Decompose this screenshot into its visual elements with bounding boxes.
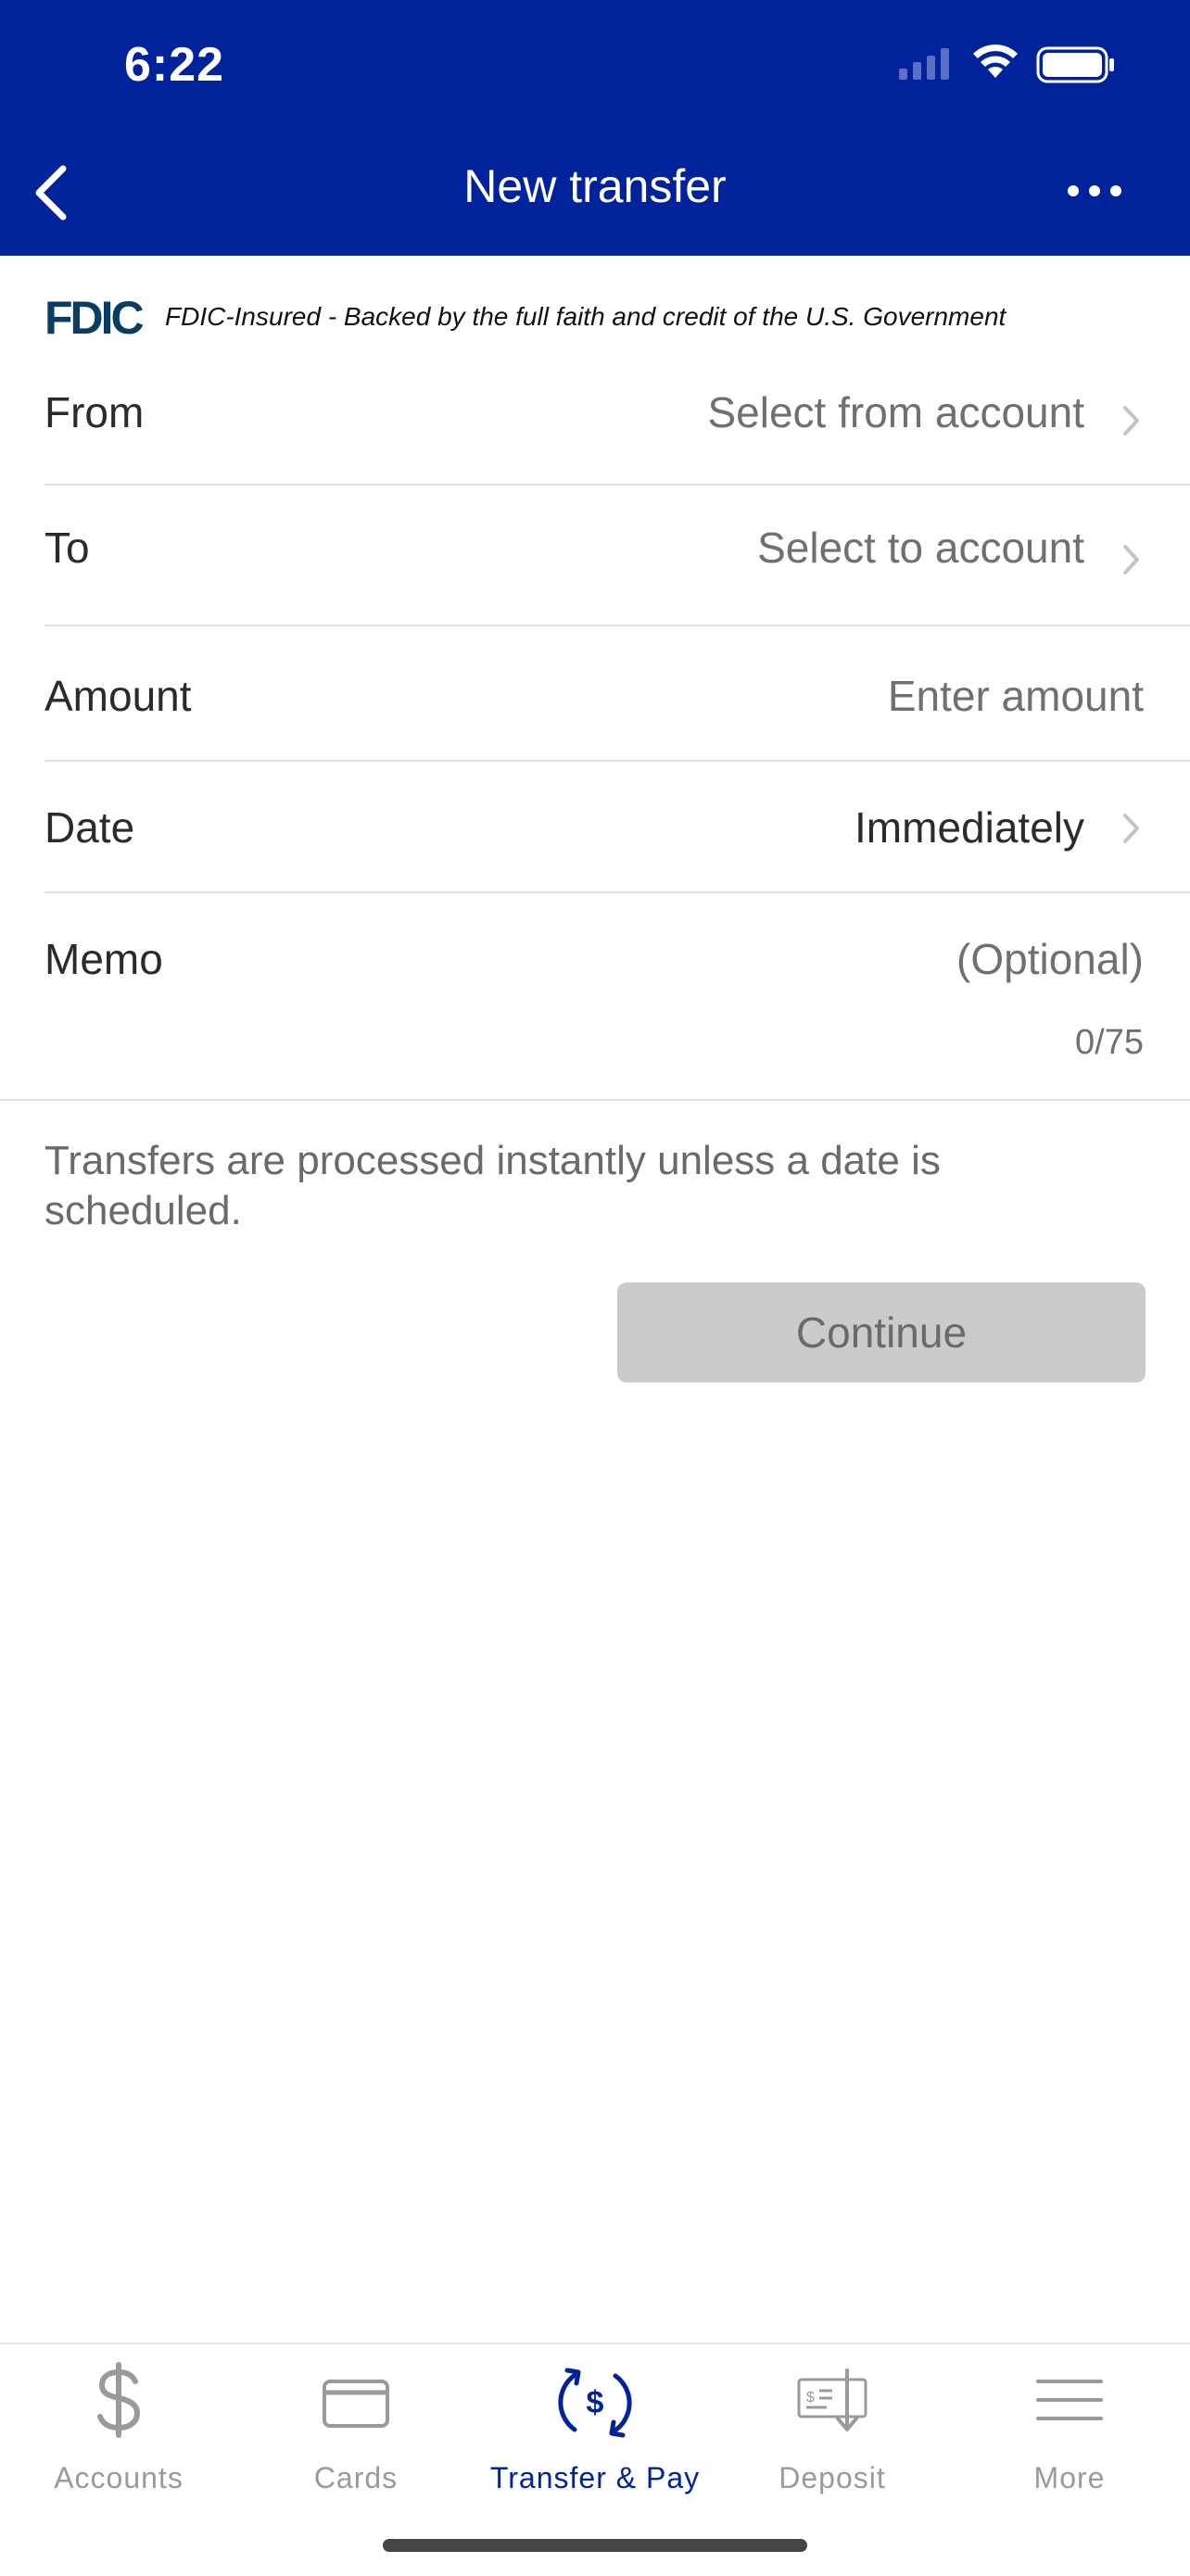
tab-transfer-pay[interactable]: $ Transfer & Pay [476,2344,714,2511]
tab-more[interactable]: More [951,2344,1188,2511]
chevron-right-icon [1123,814,1139,843]
tab-cards[interactable]: Cards [237,2344,475,2511]
divider [44,484,1190,486]
divider [44,760,1190,762]
svg-text:$: $ [587,2385,604,2420]
app-header: 6:22 New transfer [0,0,1190,256]
tab-accounts[interactable]: Accounts [0,2344,237,2511]
tab-label: Deposit [779,2461,886,2494]
date-value: Immediately [855,803,1084,852]
continue-button[interactable]: Continue [617,1282,1146,1383]
svg-text:$: $ [806,2390,815,2406]
to-account-value: Select to account [757,524,1084,572]
deposit-check-icon: $ [797,2368,867,2431]
amount-row[interactable]: Amount Enter amount [44,663,1190,756]
fdic-logo: FDIC [44,295,146,341]
divider [44,625,1190,626]
amount-input[interactable]: Enter amount [888,671,1144,721]
memo-row[interactable]: Memo (Optional) [44,927,1190,1019]
from-label: From [44,388,145,436]
memo-character-counter: 0/75 [1075,1023,1144,1062]
more-options-icon[interactable] [1062,172,1127,209]
tab-label: Cards [313,2461,399,2494]
memo-input[interactable]: (Optional) [956,934,1144,984]
divider [44,891,1190,893]
cellular-signal-icon [899,48,949,80]
page-title: New transfer [463,160,727,212]
card-icon [323,2380,389,2428]
to-label: To [44,524,90,572]
to-account-row[interactable]: To Select to account [44,515,1190,608]
amount-label: Amount [44,672,192,720]
transfer-info-text: Transfers are processed instantly unless… [44,1138,941,1233]
transfer-pay-icon: $ [558,2368,632,2438]
date-label: Date [44,803,135,852]
fdic-disclaimer: FDIC-Insured - Backed by the full faith … [165,302,1006,331]
from-account-row[interactable]: From Select from account [44,380,1190,473]
chevron-right-icon [1123,545,1139,575]
battery-icon [1036,46,1114,83]
home-indicator[interactable] [383,2539,807,2552]
memo-label: Memo [44,935,163,983]
tab-label: More [1033,2461,1106,2494]
hamburger-menu-icon [1036,2380,1103,2420]
wifi-icon [973,44,1018,78]
divider [0,1099,1190,1101]
svg-text:FDIC: FDIC [44,295,144,341]
tab-label: Accounts [54,2461,184,2494]
chevron-right-icon [1123,406,1139,436]
dollar-icon [97,2362,141,2438]
status-time: 6:22 [124,38,225,92]
date-row[interactable]: Date Immediately [44,795,1190,888]
tab-label: Transfer & Pay [489,2461,701,2494]
from-account-value: Select from account [707,388,1084,436]
tab-deposit[interactable]: $ Deposit [714,2344,951,2511]
